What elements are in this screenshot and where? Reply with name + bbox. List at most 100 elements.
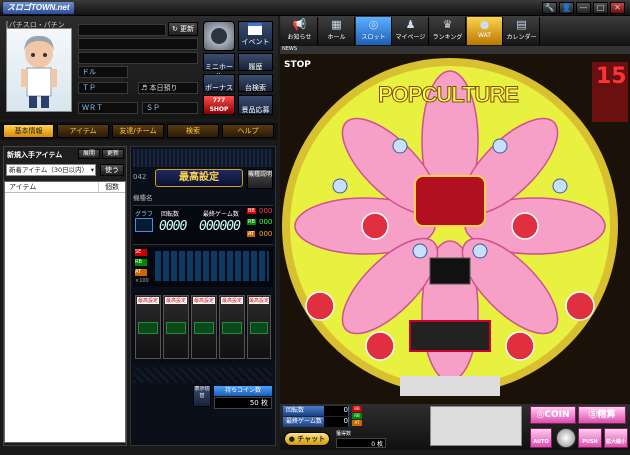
slot-2[interactable]: 最高設定 [163, 295, 189, 359]
slot-5[interactable]: 最高設定 [247, 295, 271, 359]
history-button[interactable]: 履歴 [238, 53, 273, 71]
slot-4[interactable]: 最高設定 [219, 295, 245, 359]
coins-label: 持ちコイン数 [214, 386, 272, 396]
item-panel-title: 新規入手アイテム [7, 151, 63, 159]
footer-at: AT [352, 420, 362, 426]
push-button[interactable]: PUSH [578, 428, 602, 448]
wrt-field: ＷＲＴ [78, 102, 138, 114]
point-value-box: 0 枚 [336, 438, 386, 448]
bonus-button[interactable]: ボーナス [203, 74, 235, 92]
counter-display: 15 [596, 64, 627, 89]
top-nav: 📢 お知らせ ▦ ホール ◎ スロット ♟ マイページ ♛ ランキング ● WAT ▤ カレン… [280, 16, 630, 46]
scale-rb: RB [135, 259, 147, 266]
graph-icon[interactable] [135, 218, 153, 232]
graph-label: グラフ [135, 211, 154, 218]
settle-button[interactable]: Ⓢ精算 [578, 406, 626, 424]
tab-mypage[interactable]: ♟ マイページ [393, 17, 429, 45]
games-label: 最終ゲーム数 [203, 211, 239, 218]
slot-3[interactable]: 最高設定 [191, 295, 217, 359]
slot-icon: ◎ [368, 18, 379, 31]
point-label: 獲得数 [336, 431, 352, 437]
avatar[interactable] [6, 28, 72, 112]
tab-news[interactable]: 📢 お知らせ [282, 17, 318, 45]
item-filter-select[interactable]: 新着アイテム（30日以内） ▾ [6, 164, 96, 176]
prize-apply-button[interactable]: 景品応募 [238, 95, 273, 115]
profile-field-1 [78, 24, 166, 36]
expand-button[interactable]: 展開 [78, 149, 100, 159]
tab-wat[interactable]: ● WAT [467, 17, 503, 45]
tab-ranking[interactable]: ♛ ランキング [430, 17, 466, 45]
item-list-header: アイテム 個数 [5, 182, 125, 193]
display-toggle-button[interactable]: 表示切替 [193, 385, 211, 407]
tab-friends-team[interactable]: 友達/チーム [112, 124, 164, 138]
counter-area: グラフ 回転数 最終ゲーム数 0000 000000 BB 000 RB 000… [133, 205, 273, 245]
decor-strip [133, 367, 273, 383]
item-list[interactable]: アイテム 個数 [4, 181, 126, 443]
footer-spins-value: 0 [324, 406, 348, 416]
machine-name-label: 機種名 [133, 194, 153, 202]
stop-label: STOP [284, 60, 311, 70]
tab-hall[interactable]: ▦ ホール [319, 17, 355, 45]
use-button[interactable]: 使う [100, 164, 124, 176]
at-badge: AT [247, 231, 256, 237]
settings-icon[interactable]: 🔧 [542, 2, 557, 14]
setting-banner: 最高設定 [155, 169, 243, 187]
globe-icon [211, 28, 227, 44]
item-update-button[interactable]: 更新 [102, 149, 124, 159]
bb-value: 000 [259, 207, 273, 215]
tp-field: ＴＰ [78, 82, 128, 94]
bb-badge: BB [247, 208, 256, 214]
history-bars: SE RB AT ×100 [133, 247, 273, 287]
machine-title: POPCULTURE [378, 82, 520, 108]
coin-button[interactable]: ◎COIN [530, 406, 576, 424]
app-logo: スロゴTOWN.net [3, 2, 74, 14]
update-button[interactable]: ↻ 更新 [168, 22, 198, 36]
megaphone-icon: 📢 [292, 18, 307, 31]
games-value: 000000 [199, 219, 241, 234]
sp-field: ＳＰ [142, 102, 198, 114]
minimize-button[interactable]: — [576, 2, 591, 14]
mini-hall-button[interactable]: ミニホール [203, 53, 235, 80]
close-button[interactable]: ✕ [610, 2, 625, 14]
info-header-bar [133, 149, 273, 167]
chat-button[interactable]: ● チャット [284, 432, 330, 446]
tab-search[interactable]: 検索 [167, 124, 219, 138]
rb-badge: RB [247, 219, 256, 225]
tab-basic-info[interactable]: 基本情報 [3, 124, 54, 138]
dollar-field: ドル [78, 66, 128, 78]
tab-calendar[interactable]: ▤ カレンダー [504, 17, 540, 45]
pachinko-machine[interactable]: POPCULTURE NEWS STOP 15 [280, 46, 630, 404]
chat-icon: ● [288, 435, 295, 443]
auto-button[interactable]: AUTO [530, 428, 552, 448]
machine-info-panel: 042 最高設定 機種説明 機種名 グラフ 回転数 最終ゲーム数 0000 00… [130, 146, 276, 446]
machine-description-button[interactable]: 機種説明 [247, 169, 273, 189]
handle-knob[interactable] [556, 428, 576, 448]
rb-value: 000 [259, 218, 273, 226]
spins-label: 回転数 [161, 211, 180, 218]
globe-button[interactable] [203, 21, 235, 51]
tray-area [430, 406, 522, 446]
hall-icon: ▦ [331, 18, 342, 31]
machine-number: 042 [133, 173, 147, 181]
footer-rb: RB [352, 413, 362, 419]
machine-search-button[interactable]: 台検索 [238, 74, 273, 92]
tab-slot[interactable]: ◎ スロット [356, 17, 392, 45]
tab-items[interactable]: アイテム [57, 124, 109, 138]
refresh-icon: ↻ [171, 25, 178, 33]
news-label: NEWS [282, 46, 298, 52]
profile-field-2 [78, 38, 198, 50]
maximize-button[interactable]: □ [593, 2, 608, 14]
tab-help[interactable]: ヘルプ [222, 124, 274, 138]
music-icon: ♬ [141, 84, 150, 92]
at-value: 000 [259, 230, 273, 238]
chevron-down-icon: ▾ [90, 166, 94, 174]
today-deposit-field: ♬ 本日預り [138, 82, 198, 94]
shop-button[interactable]: 777 SHOP [203, 95, 235, 115]
user-icon[interactable]: 👤 [559, 2, 574, 14]
zoom-button[interactable]: 拡大縮小 [604, 428, 628, 448]
slot-1[interactable]: 最高設定 [135, 295, 161, 359]
reel-slots: 最高設定 最高設定 最高設定 最高設定 最高設定 [133, 293, 273, 363]
spins-value: 0000 [159, 219, 187, 234]
calendar-icon [248, 23, 262, 35]
footer-games-value: 0 [324, 417, 348, 427]
